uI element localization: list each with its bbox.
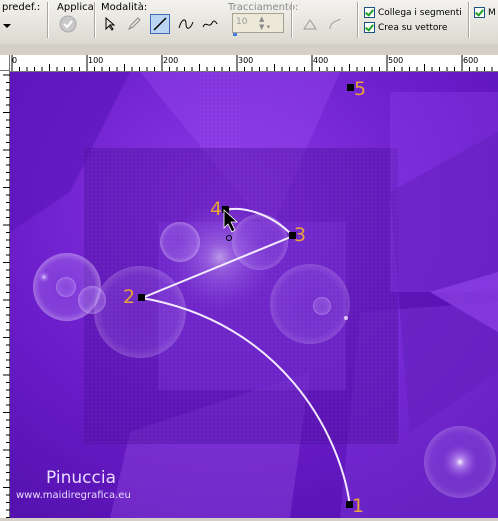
toolbar-separator bbox=[468, 2, 470, 38]
toolbar-separator bbox=[94, 2, 96, 38]
toolbar-gap bbox=[0, 44, 498, 55]
tracking-value: 10 bbox=[236, 17, 248, 27]
checkbox-checked-icon[interactable] bbox=[474, 7, 485, 18]
checkmark-circle-icon bbox=[59, 15, 77, 33]
node-handle-5[interactable] bbox=[347, 84, 354, 91]
bezier-curve-icon bbox=[178, 19, 194, 29]
pen-icon bbox=[127, 17, 141, 31]
preset-dropdown[interactable] bbox=[0, 16, 14, 36]
curve-reverse-icon bbox=[329, 18, 341, 30]
freehand-mode-button[interactable] bbox=[124, 14, 144, 34]
arrow-pointer-icon bbox=[105, 17, 116, 31]
toolbar-separator bbox=[291, 2, 293, 38]
preset-label: predef.: bbox=[2, 2, 41, 13]
node-label-2: 2 bbox=[123, 286, 136, 308]
mode-label: Modalità: bbox=[101, 2, 148, 13]
node-handle-2[interactable] bbox=[138, 294, 145, 301]
vertical-ruler bbox=[0, 71, 10, 518]
ruler-label-300: 300 bbox=[238, 56, 254, 65]
point-to-point-mode-button[interactable] bbox=[176, 14, 196, 34]
apply-label: Applica: bbox=[57, 2, 98, 13]
watermark-site: www.maidiregrafica.eu bbox=[16, 490, 131, 501]
lens-flare bbox=[442, 444, 478, 480]
tracking-stepper[interactable]: 10 ▲ ▼ ▾ bbox=[232, 13, 284, 36]
cut-checkbox[interactable]: M bbox=[474, 7, 496, 18]
create-on-vector-checkbox[interactable]: Crea su vettore bbox=[364, 22, 447, 33]
node-label-4: 4 bbox=[210, 198, 223, 220]
freehand-curve-icon bbox=[202, 20, 218, 28]
ruler-label-400: 400 bbox=[313, 56, 329, 65]
ruler-label-100: 100 bbox=[88, 56, 104, 65]
checkbox-checked-icon[interactable] bbox=[364, 7, 375, 18]
ruler-corner bbox=[0, 55, 10, 71]
node-type-button[interactable] bbox=[300, 14, 320, 34]
cut-label: M bbox=[488, 7, 496, 18]
chevron-down-icon bbox=[3, 24, 11, 28]
image-canvas[interactable]: 1 2 3 4 5 Pinuccia www.maidiregrafica.eu bbox=[10, 72, 498, 518]
edit-mode-button[interactable] bbox=[100, 14, 120, 34]
link-segments-checkbox[interactable]: Collega i segmenti bbox=[364, 7, 462, 18]
freehand-curve-mode-button[interactable] bbox=[200, 14, 220, 34]
vertical-ruler-ticks bbox=[3, 74, 10, 518]
apply-button[interactable] bbox=[58, 14, 78, 34]
tool-options-toolbar: predef.: Applica: Modalità: Tracciamento… bbox=[0, 0, 498, 45]
tracking-label: Tracciamento: bbox=[228, 2, 299, 13]
line-segment-icon bbox=[153, 17, 167, 31]
node-label-5: 5 bbox=[354, 78, 367, 100]
line-segment-mode-button[interactable] bbox=[150, 14, 170, 34]
spin-arrows-icon[interactable]: ▲ ▼ ▾ bbox=[259, 15, 281, 31]
tracking-slider-bar[interactable] bbox=[233, 33, 237, 36]
ruler-label-500: 500 bbox=[388, 56, 404, 65]
ruler-label-0: 0 bbox=[12, 56, 18, 65]
toolbar-separator bbox=[357, 2, 359, 38]
toolbar-separator bbox=[47, 2, 49, 38]
create-on-vector-label: Crea su vettore bbox=[378, 22, 448, 33]
node-label-1: 1 bbox=[352, 495, 365, 517]
reverse-path-button[interactable] bbox=[325, 14, 345, 34]
triangle-node-icon bbox=[303, 19, 317, 30]
horizontal-ruler: 0 100 200 300 400 500 600 bbox=[0, 55, 498, 72]
node-label-3: 3 bbox=[294, 224, 307, 246]
artwork bbox=[10, 72, 498, 518]
checkbox-checked-icon[interactable] bbox=[364, 22, 375, 33]
ruler-label-600: 600 bbox=[463, 56, 479, 65]
ruler-label-200: 200 bbox=[163, 56, 179, 65]
watermark-name: Pinuccia bbox=[46, 468, 116, 488]
link-segments-label: Collega i segmenti bbox=[378, 7, 462, 18]
